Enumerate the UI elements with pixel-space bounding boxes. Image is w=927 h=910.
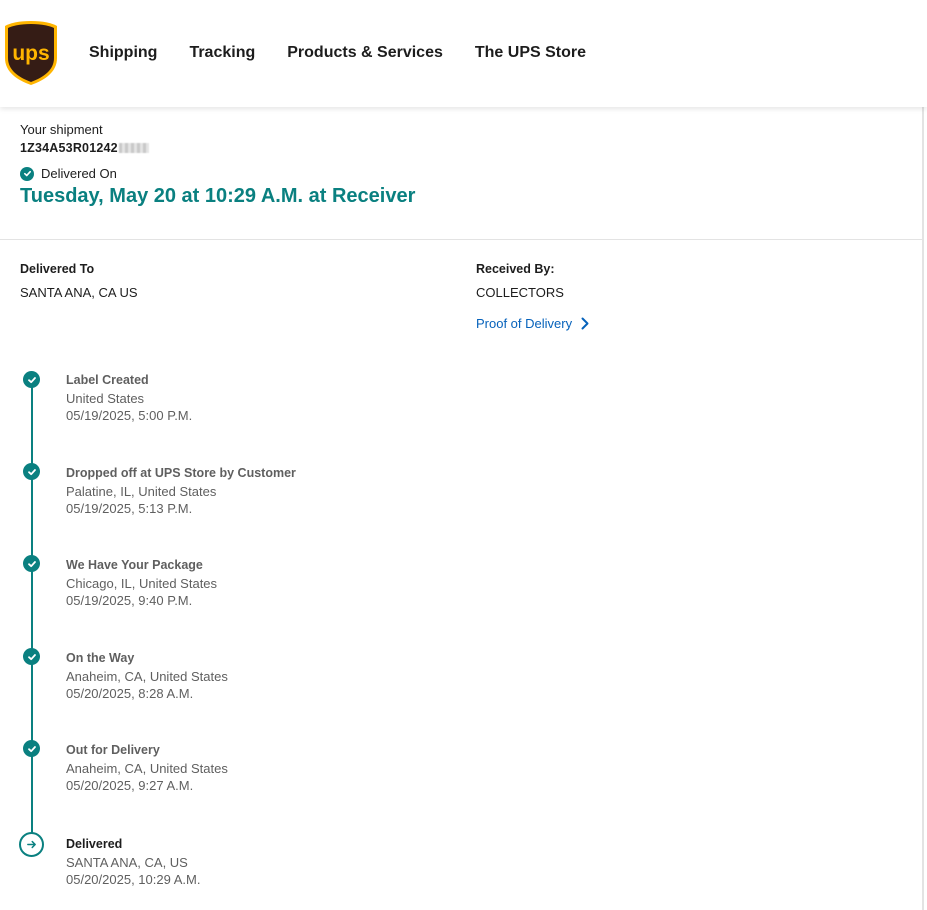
nav-shipping[interactable]: Shipping — [89, 44, 157, 62]
event-title: Label Created — [66, 373, 149, 387]
event-details: Out for Delivery Anaheim, CA, United Sta… — [66, 742, 228, 795]
tracking-number: 1Z34A53R01242 — [20, 141, 900, 155]
event-time: 05/19/2025, 5:13 P.M. — [66, 501, 193, 516]
event-details: Dropped off at UPS Store by Customer Pal… — [66, 465, 296, 518]
event-time: 05/19/2025, 9:40 P.M. — [66, 593, 193, 608]
redacted-digits — [118, 143, 149, 153]
nav-products-services[interactable]: Products & Services — [287, 44, 443, 62]
tracking-number-text: 1Z34A53R01242 — [20, 141, 118, 155]
event-title: Out for Delivery — [66, 743, 160, 757]
event-details: On the Way Anaheim, CA, United States 05… — [66, 650, 228, 703]
delivered-to-label: Delivered To — [20, 262, 95, 276]
section-divider — [0, 239, 922, 240]
nav-ups-store[interactable]: The UPS Store — [475, 44, 586, 62]
event-location: Anaheim, CA, United States — [66, 668, 228, 684]
event-details: Delivered SANTA ANA, CA, US 05/20/2025, … — [66, 836, 200, 889]
check-circle-icon — [23, 371, 40, 388]
check-circle-icon — [23, 463, 40, 480]
nav-tracking[interactable]: Tracking — [189, 44, 255, 62]
status-text: Delivered On — [41, 166, 117, 181]
delivered-to-value: SANTA ANA, CA US — [20, 285, 138, 300]
received-by-value: COLLECTORS — [476, 285, 564, 300]
event-title: Delivered — [66, 837, 123, 851]
event-title: Dropped off at UPS Store by Customer — [66, 466, 296, 480]
event-title: On the Way — [66, 651, 135, 665]
received-by-block: Received By: COLLECTORS — [476, 262, 564, 300]
event-time: 05/20/2025, 9:27 A.M. — [66, 778, 194, 793]
chevron-right-icon — [581, 317, 589, 330]
check-circle-icon — [23, 555, 40, 572]
check-circle-icon — [23, 740, 40, 757]
event-time: 05/19/2025, 5:00 P.M. — [66, 408, 193, 423]
timeline-track — [31, 380, 33, 845]
shipment-summary: Your shipment 1Z34A53R01242 Delivered On… — [20, 122, 900, 208]
event-time: 05/20/2025, 8:28 A.M. — [66, 686, 194, 701]
proof-of-delivery-link[interactable]: Proof of Delivery — [476, 316, 589, 331]
event-location: United States — [66, 390, 145, 406]
check-circle-icon — [20, 166, 34, 181]
delivered-date: Tuesday, May 20 at 10:29 A.M. at Receive… — [20, 185, 416, 207]
proof-of-delivery-label: Proof of Delivery — [476, 316, 573, 331]
scrollbar[interactable] — [922, 107, 924, 910]
delivery-status: Delivered On — [20, 166, 900, 181]
delivered-to-block: Delivered To SANTA ANA, CA US — [20, 262, 138, 300]
event-location: SANTA ANA, CA, US — [66, 854, 188, 870]
event-details: Label Created United States 05/19/2025, … — [66, 372, 192, 425]
arrow-right-circle-icon — [19, 832, 44, 857]
shipment-label: Your shipment — [20, 122, 103, 137]
event-title: We Have Your Package — [66, 558, 203, 572]
ups-logo[interactable]: ups — [4, 20, 58, 86]
site-header: ups Shipping Tracking Products & Service… — [0, 0, 927, 107]
received-by-label: Received By: — [476, 262, 555, 276]
main-nav: Shipping Tracking Products & Services Th… — [89, 44, 618, 62]
event-location: Chicago, IL, United States — [66, 575, 218, 591]
event-location: Anaheim, CA, United States — [66, 760, 228, 776]
svg-text:ups: ups — [12, 42, 49, 65]
check-circle-icon — [23, 648, 40, 665]
event-location: Palatine, IL, United States — [66, 483, 217, 499]
event-details: We Have Your Package Chicago, IL, United… — [66, 557, 217, 610]
event-time: 05/20/2025, 10:29 A.M. — [66, 872, 201, 887]
